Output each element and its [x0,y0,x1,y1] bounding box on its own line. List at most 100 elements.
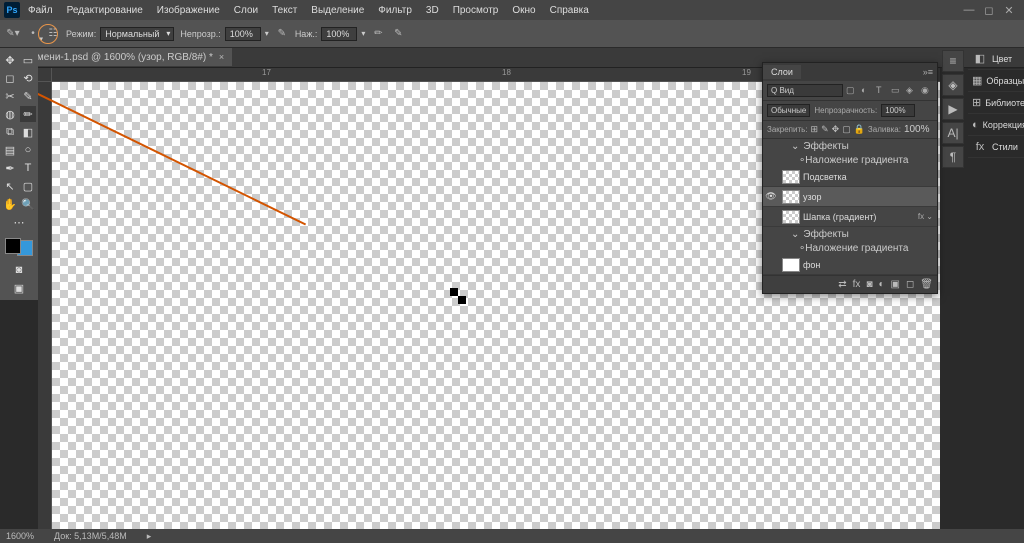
document-tab[interactable]: Без имени-1.psd @ 1600% (узор, RGB/8#) *… [4,48,232,66]
panel-color[interactable]: ◧Цвет [968,48,1024,70]
layer-blend-mode[interactable]: Обычные [767,104,810,117]
lock-position-icon[interactable]: ✥ [832,124,840,135]
brush-tool[interactable]: ✏ [20,106,36,122]
blend-mode-select[interactable]: Нормальный [100,27,174,41]
quickmask-tool[interactable]: ◙ [11,262,27,278]
layer-row[interactable]: фон [763,255,937,275]
foreground-color[interactable] [5,238,21,254]
layer-thumb[interactable] [782,258,800,272]
history-panel-icon[interactable]: ≡ [942,50,964,72]
layer-thumb[interactable] [782,210,800,224]
group-icon[interactable]: ▣ [891,279,900,290]
opacity-input[interactable]: 100% [225,27,261,41]
effects-group[interactable]: ⌄Эффекты [763,227,937,241]
paragraph-panel-icon[interactable]: ¶ [942,146,964,168]
filter-adjust-icon[interactable]: ◐ [861,85,873,97]
link-layers-icon[interactable]: ⇄ [838,279,846,290]
menu-filter[interactable]: Фильтр [372,3,418,18]
hand-tool[interactable]: ✋ [2,196,18,212]
panel-adjustments[interactable]: ◐Коррекция [968,114,1024,136]
panel-styles[interactable]: fxСтили [968,136,1024,158]
filter-image-icon[interactable]: ▢ [846,85,858,97]
screenmode-tool[interactable]: ▣ [11,280,27,296]
lock-all-icon[interactable]: ⊞ [811,124,819,135]
shape-tool[interactable]: ▢ [20,178,36,194]
visibility-toggle[interactable]: 👁 [763,191,779,202]
panel-swatches[interactable]: ▦Образцы [968,70,1024,92]
properties-panel-icon[interactable]: ◈ [942,74,964,96]
doc-size[interactable]: Док: 5,13M/5,48M [54,531,127,541]
close-tab-icon[interactable]: × [219,52,224,62]
menu-text[interactable]: Текст [266,3,303,18]
effects-group[interactable]: ⌄Эффекты [763,139,937,153]
lock-icon[interactable]: 🔒 [854,124,865,135]
layer-opacity-input[interactable]: 100% [881,104,915,117]
layer-row[interactable]: 👁 узор [763,187,937,207]
edit-toolbar[interactable]: ⋯ [11,214,27,230]
layer-thumb[interactable] [782,170,800,184]
airbrush-icon[interactable]: ✏ [371,27,385,41]
menu-select[interactable]: Выделение [305,3,370,18]
brush-preset-icon[interactable]: •▾ [26,27,40,41]
menu-3d[interactable]: 3D [420,3,445,18]
panel-menu-icon[interactable]: »≡ [919,67,937,77]
filter-toggle[interactable]: ◉ [921,85,933,97]
fill-input[interactable]: 100% [904,124,933,135]
fx-badge[interactable]: fx ⌄ [918,212,937,221]
layer-filter-kind[interactable]: Q Вид [767,84,843,97]
menu-window[interactable]: Окно [506,3,541,18]
eyedropper-tool[interactable]: ✎ [20,88,36,104]
text-tool[interactable]: T [20,160,36,176]
eraser-tool[interactable]: ◧ [20,124,36,140]
fx-icon[interactable]: fx [853,279,861,290]
layer-row[interactable]: Шапка (градиент) fx ⌄ [763,207,937,227]
flow-input[interactable]: 100% [321,27,357,41]
status-caret[interactable]: ▸ [147,531,152,542]
zoom-level[interactable]: 1600% [6,531,34,541]
menu-file[interactable]: Файл [22,3,59,18]
layers-tab[interactable]: Слои [763,65,801,79]
color-swatch[interactable] [5,238,33,256]
gradient-tool[interactable]: ▤ [2,142,18,158]
actions-panel-icon[interactable]: ▶ [942,98,964,120]
pressure-opacity-icon[interactable]: ✎ [275,27,289,41]
pen-tool[interactable]: ✒ [2,160,18,176]
lasso-tool[interactable]: ⟲ [20,70,36,86]
panel-libraries[interactable]: ⊞Библиотеки [968,92,1024,114]
delete-layer-icon[interactable]: 🗑 [920,279,933,290]
pressure-size-icon[interactable]: ✎ [391,27,405,41]
lock-pixels-icon[interactable]: ✎ [821,124,829,135]
menu-view[interactable]: Просмотр [447,3,505,18]
minimize-button[interactable]: — [964,5,974,15]
layer-row[interactable]: Подсветка [763,167,937,187]
character-panel-icon[interactable]: A| [942,122,964,144]
menu-layers[interactable]: Слои [228,3,264,18]
artboard-tool[interactable]: ▭ [20,52,36,68]
menu-help[interactable]: Справка [544,3,595,18]
move-tool[interactable]: ✥ [2,52,18,68]
mask-icon[interactable]: ◙ [866,279,872,290]
filter-shape-icon[interactable]: ▭ [891,85,903,97]
tool-preset-icon[interactable]: ✎▾ [6,27,20,41]
effect-gradient-overlay[interactable]: ∘ Наложение градиента [763,241,937,255]
close-button[interactable]: ✕ [1004,5,1014,15]
new-layer-icon[interactable]: ◻ [906,279,914,290]
layer-thumb[interactable] [782,190,800,204]
menu-image[interactable]: Изображение [151,3,226,18]
effect-gradient-overlay[interactable]: ∘ Наложение градиента [763,153,937,167]
vertical-ruler[interactable] [38,82,52,529]
clone-tool[interactable]: ⧉ [2,124,18,140]
zoom-tool[interactable]: 🔍 [20,196,36,212]
maximize-button[interactable]: ◻ [984,5,994,15]
filter-text-icon[interactable]: T [876,85,888,97]
crop-tool[interactable]: ✂ [2,88,18,104]
spot-heal-tool[interactable]: ◍ [2,106,18,122]
blur-tool[interactable]: ○ [20,142,36,158]
ruler-origin[interactable] [38,68,52,82]
menu-edit[interactable]: Редактирование [61,3,149,18]
brush-panel-icon[interactable]: ☷ [46,27,60,41]
lock-artboard-icon[interactable]: ▢ [842,124,851,135]
adjustment-icon[interactable]: ◐ [878,279,884,290]
marquee-tool[interactable]: ◻ [2,70,18,86]
filter-smart-icon[interactable]: ◈ [906,85,918,97]
